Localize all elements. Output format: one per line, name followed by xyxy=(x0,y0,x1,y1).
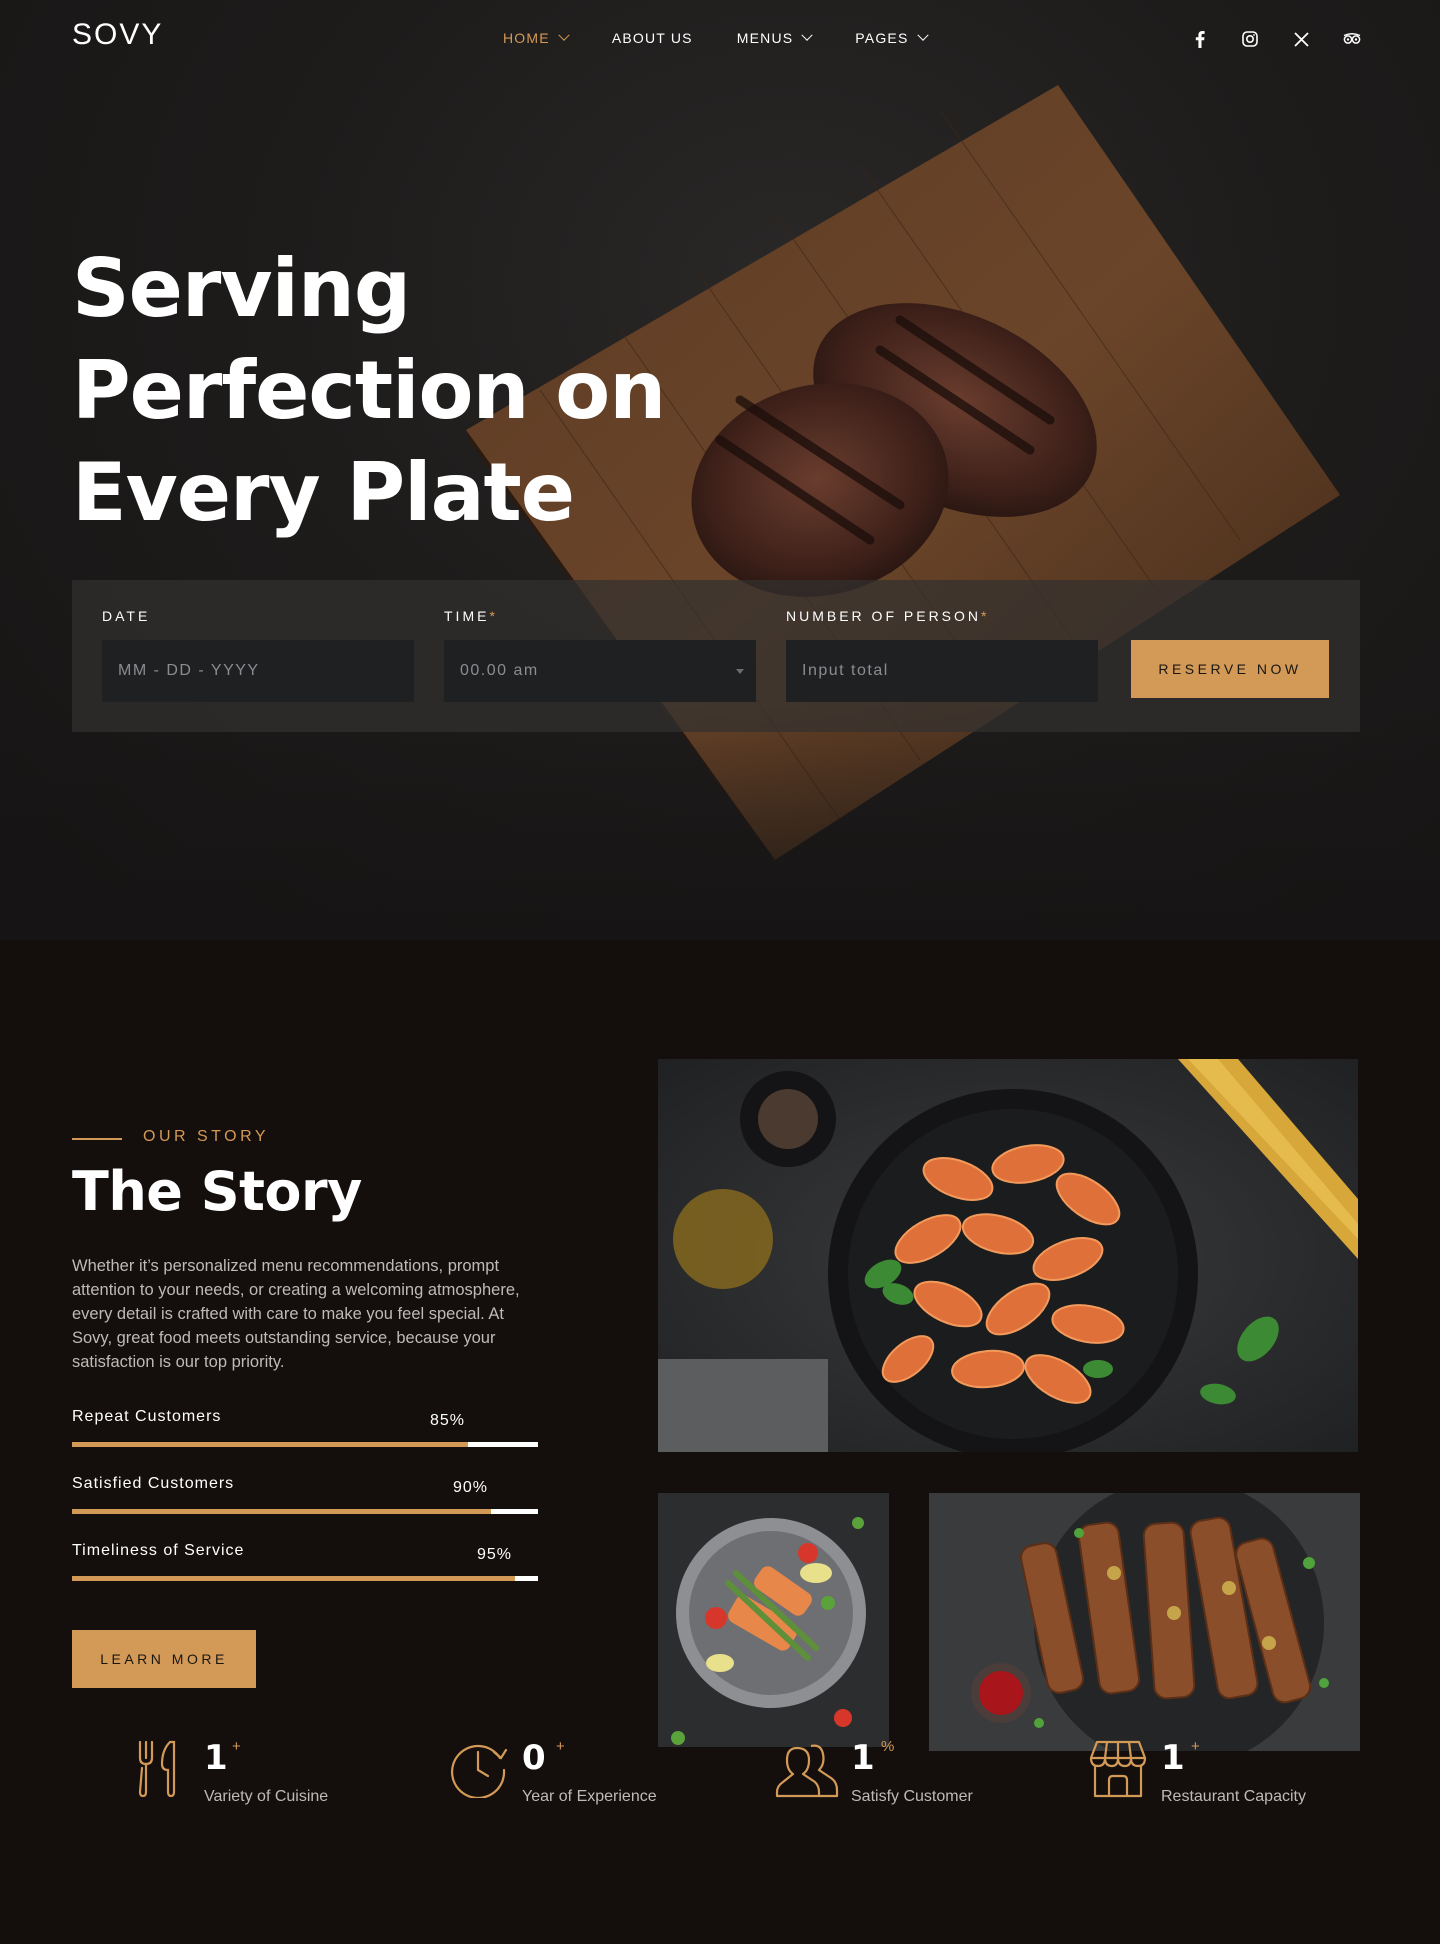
hero-title-line2: Perfection on xyxy=(72,344,666,437)
story-text: Whether it’s personalized menu recommend… xyxy=(72,1257,520,1371)
tripadvisor-icon[interactable] xyxy=(1343,30,1361,48)
progress-track xyxy=(72,1576,538,1581)
progress-track xyxy=(72,1509,538,1514)
story-title: The Story xyxy=(72,1160,362,1223)
stat-suffix: + xyxy=(1191,1738,1200,1755)
persons-label-text: NUMBER OF PERSON xyxy=(786,608,982,624)
nav-pages[interactable]: PAGES xyxy=(855,29,929,46)
chevron-down-icon xyxy=(801,29,813,41)
nav-menus-label: MENUS xyxy=(736,30,794,46)
salmon-dish-image xyxy=(658,1493,889,1747)
nav-home[interactable]: HOME xyxy=(503,29,570,46)
nav-about[interactable]: ABOUT US xyxy=(612,30,693,46)
reservation-form: DATE MM - DD - YYYY TIME* 00.00 am NUMBE… xyxy=(72,580,1360,732)
progress-satisfied-customers: Satisfied Customers 90% xyxy=(72,1475,538,1515)
progress-timeliness: Timeliness of Service 95% xyxy=(72,1542,538,1582)
store-icon xyxy=(1089,1740,1147,1798)
stat-variety: 1 + Variety of Cuisine xyxy=(136,1738,376,1944)
time-label: TIME* xyxy=(444,608,498,624)
reserve-now-button[interactable]: RESERVE NOW xyxy=(1131,640,1329,698)
stat-label: Satisfy Customer xyxy=(851,1788,973,1805)
hero-section: SOVY HOME ABOUT US MENUS PAGES Serving P… xyxy=(0,0,1440,940)
progress-fill xyxy=(72,1442,468,1447)
stat-suffix: + xyxy=(232,1738,241,1755)
progress-label: Repeat Customers xyxy=(72,1408,222,1425)
date-label-text: DATE xyxy=(102,608,151,624)
progress-label: Timeliness of Service xyxy=(72,1542,245,1559)
stat-suffix: + xyxy=(556,1738,565,1755)
main-nav: HOME ABOUT US MENUS PAGES xyxy=(503,29,971,46)
progress-value: 85% xyxy=(430,1412,466,1429)
nav-home-label: HOME xyxy=(503,30,550,46)
stat-label: Variety of Cuisine xyxy=(204,1788,329,1805)
fork-knife-icon xyxy=(138,1740,176,1798)
progress-value: 90% xyxy=(453,1479,489,1496)
instagram-icon[interactable] xyxy=(1241,30,1259,48)
hero-title-line1: Serving xyxy=(72,242,411,335)
facebook-icon[interactable] xyxy=(1191,30,1209,48)
persons-label: NUMBER OF PERSON* xyxy=(786,608,989,624)
nav-about-label: ABOUT US xyxy=(611,30,693,46)
stat-number: 1 xyxy=(1161,1738,1185,1778)
date-label: DATE xyxy=(102,608,150,624)
time-label-text: TIME xyxy=(444,608,490,624)
stat-suffix: % xyxy=(881,1738,895,1755)
caret-down-icon xyxy=(736,669,744,674)
progress-repeat-customers: Repeat Customers 85% xyxy=(72,1408,538,1448)
progress-label: Satisfied Customers xyxy=(72,1475,235,1492)
date-placeholder: MM - DD - YYYY xyxy=(118,662,260,679)
stat-number: 1 xyxy=(204,1738,228,1778)
time-placeholder: 00.00 am xyxy=(460,662,539,679)
progress-fill xyxy=(72,1509,491,1514)
required-mark: * xyxy=(981,608,990,624)
clock-icon xyxy=(450,1744,508,1798)
learn-more-button[interactable]: LEARN MORE xyxy=(72,1630,256,1688)
shrimp-dish-image xyxy=(658,1059,1358,1452)
time-select[interactable]: 00.00 am xyxy=(444,640,756,702)
stat-capacity: 1 + Restaurant Capacity xyxy=(1089,1738,1349,1944)
stat-label: Restaurant Capacity xyxy=(1161,1788,1306,1805)
stat-experience: 0 + Year of Experience xyxy=(448,1738,708,1944)
x-icon[interactable] xyxy=(1292,30,1310,48)
stat-label: Year of Experience xyxy=(522,1788,657,1805)
chevron-down-icon xyxy=(916,29,929,41)
progress-track xyxy=(72,1442,538,1447)
brand-logo[interactable]: SOVY xyxy=(72,18,163,52)
story-kicker: OUR STORY xyxy=(143,1128,270,1145)
users-icon xyxy=(775,1744,839,1798)
stat-number: 1 xyxy=(851,1738,875,1778)
progress-value: 95% xyxy=(477,1546,513,1563)
chevron-down-icon xyxy=(558,29,570,41)
persons-input[interactable]: Input total xyxy=(786,640,1098,702)
stat-satisfy: 1 % Satisfy Customer xyxy=(775,1738,1035,1944)
persons-placeholder: Input total xyxy=(802,662,889,679)
nav-pages-label: PAGES xyxy=(855,30,909,46)
stat-number: 0 xyxy=(522,1738,546,1778)
nav-menus[interactable]: MENUS xyxy=(736,29,813,46)
hero-title: Serving Perfection on Every Plate xyxy=(72,238,692,544)
kicker-divider xyxy=(72,1138,122,1140)
date-field[interactable]: MM - DD - YYYY xyxy=(102,640,414,702)
skewers-dish-image xyxy=(929,1493,1360,1751)
required-mark: * xyxy=(489,608,498,624)
hero-title-line3: Every Plate xyxy=(72,446,575,539)
progress-fill xyxy=(72,1576,515,1581)
